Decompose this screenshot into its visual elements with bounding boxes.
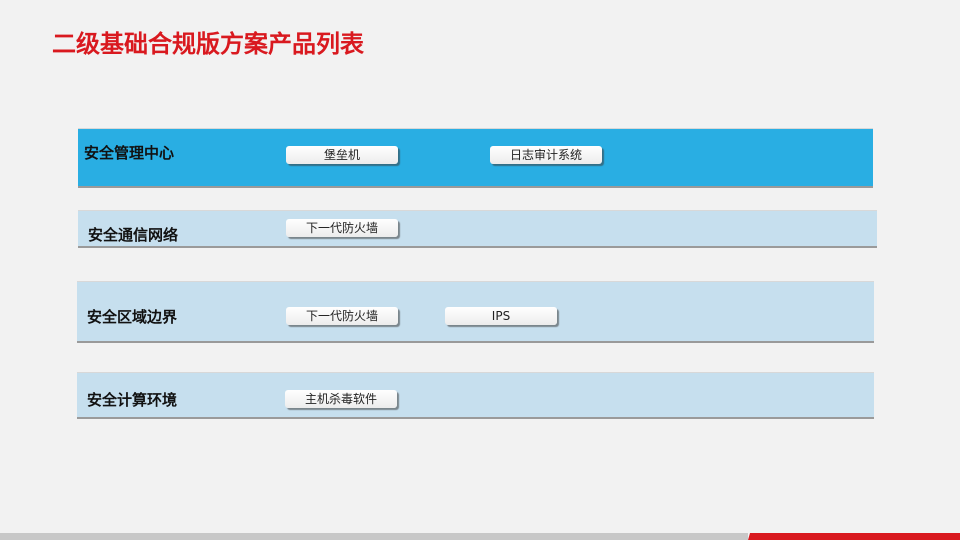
- page-title: 二级基础合规版方案产品列表: [52, 30, 364, 58]
- footer-bar-red: [748, 533, 960, 540]
- product-button-ips[interactable]: IPS: [445, 307, 557, 325]
- row-label: 安全计算环境: [87, 391, 178, 409]
- row-label: 安全区域边界: [87, 308, 178, 326]
- row-security-management-center: 安全管理中心 堡垒机 日志审计系统: [78, 129, 873, 186]
- product-button-host-antivirus[interactable]: 主机杀毒软件: [285, 390, 397, 408]
- product-button-ngfw[interactable]: 下一代防火墙: [286, 219, 398, 237]
- product-button-ngfw[interactable]: 下一代防火墙: [286, 307, 398, 325]
- product-button-bastion-host[interactable]: 堡垒机: [286, 146, 398, 164]
- row-secure-area-boundary: 安全区域边界 下一代防火墙 IPS: [77, 282, 874, 341]
- row-secure-communication-network: 安全通信网络 下一代防火墙: [78, 211, 877, 246]
- row-label: 安全管理中心: [84, 144, 175, 162]
- row-label: 安全通信网络: [88, 226, 179, 244]
- footer-bar-gray: [0, 533, 748, 540]
- row-secure-computing-environment: 安全计算环境 主机杀毒软件: [77, 373, 874, 417]
- product-button-log-audit-system[interactable]: 日志审计系统: [490, 146, 602, 164]
